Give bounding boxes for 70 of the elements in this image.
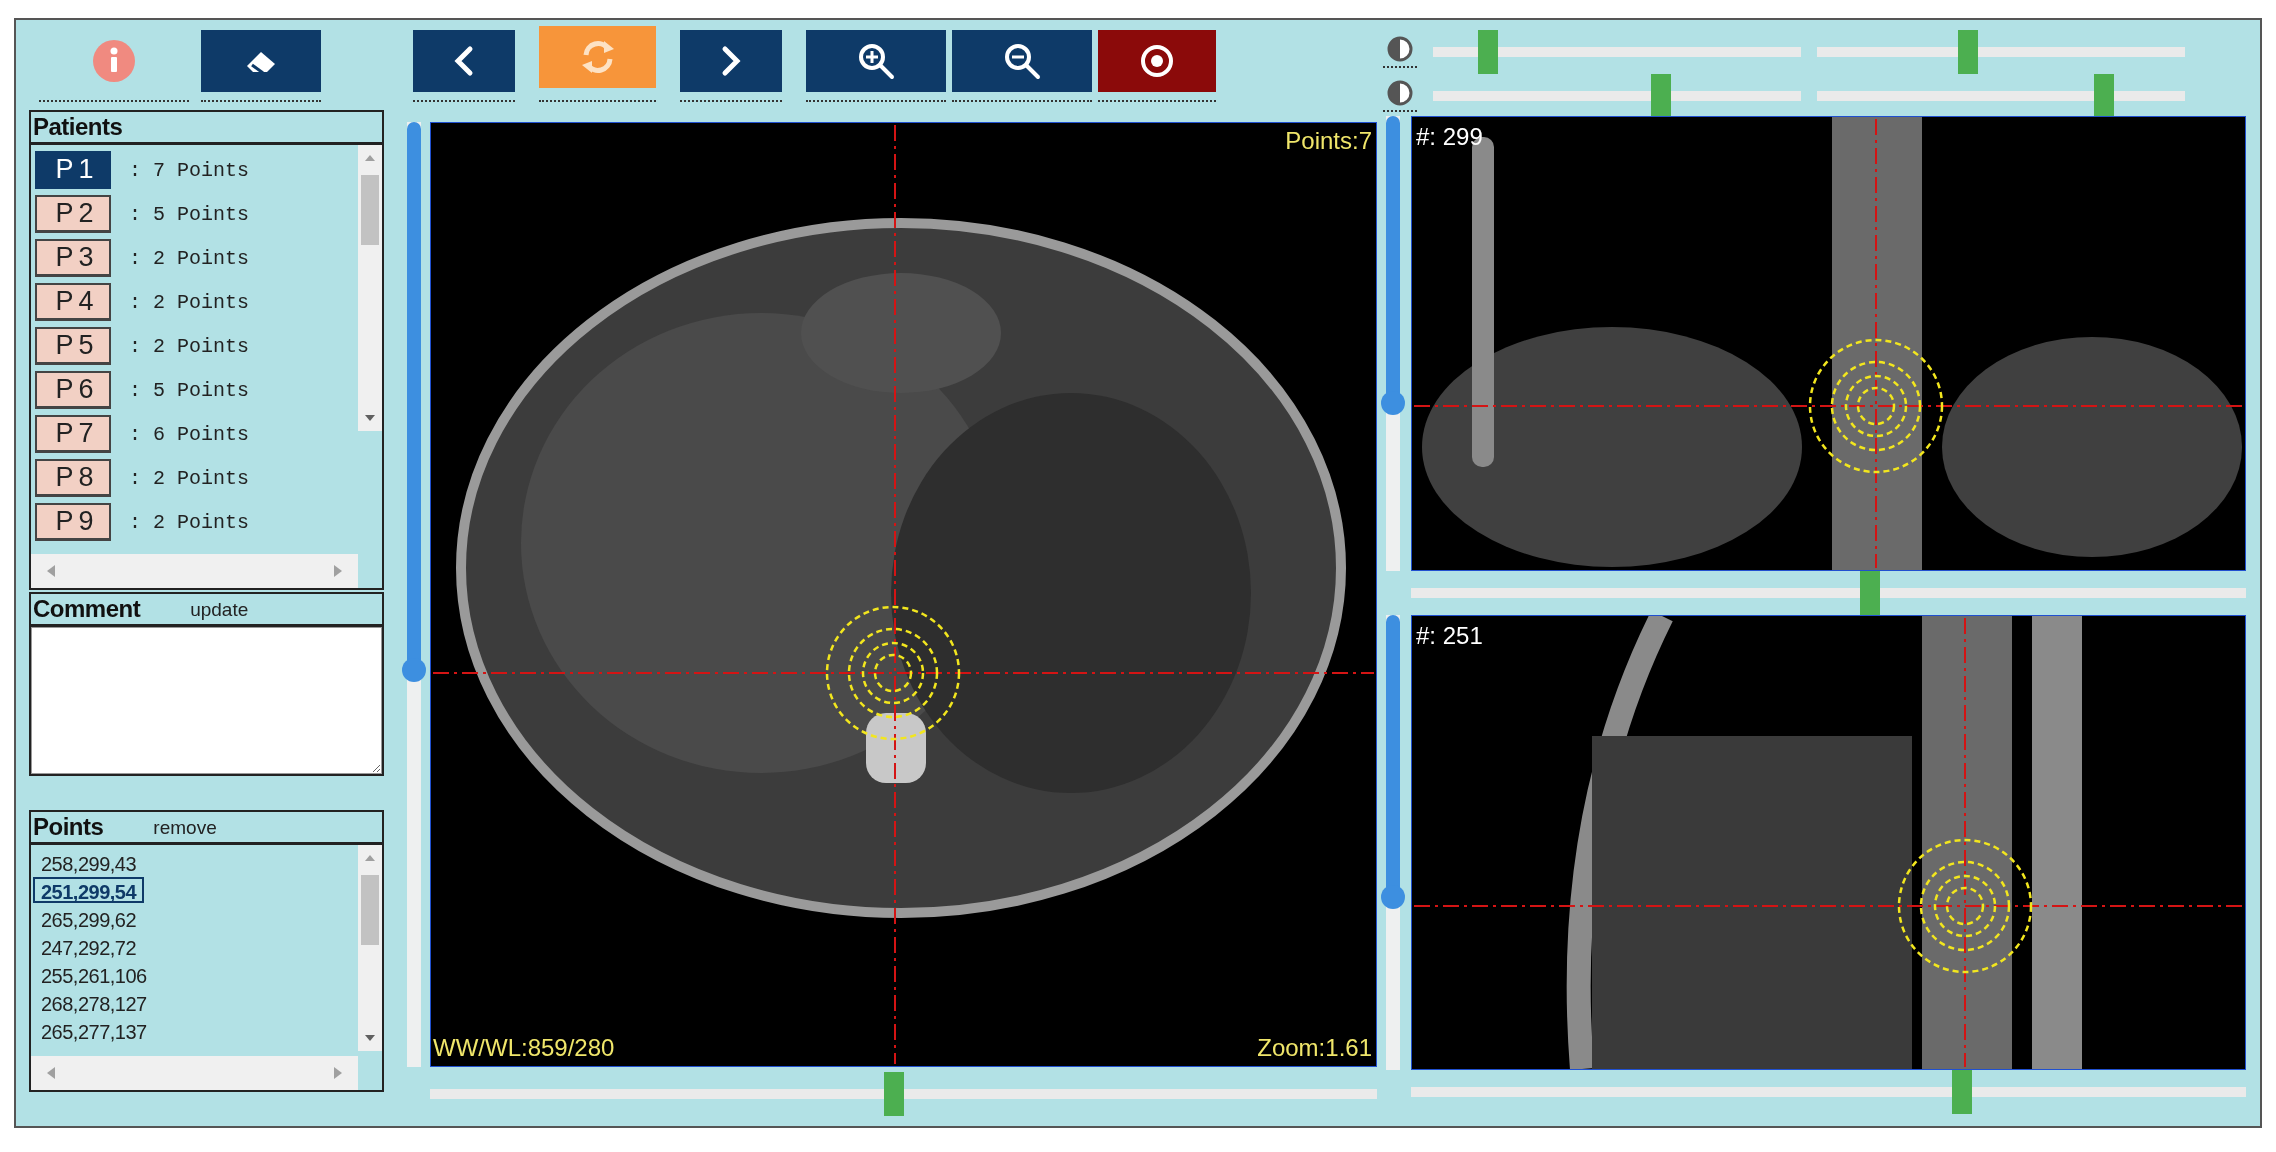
scroll-left-icon[interactable] [45,1066,57,1080]
record-button[interactable] [1098,30,1216,92]
vertical-scrollbar[interactable] [358,145,382,431]
contrast-icon[interactable] [1387,80,1413,106]
patient-button[interactable]: P5 [35,327,111,365]
next-button[interactable] [680,30,782,92]
eraser-button[interactable] [201,30,321,92]
previous-button[interactable] [413,30,515,92]
scroll-right-icon[interactable] [332,1066,344,1080]
panel-title: Points [33,812,104,842]
zoom-out-button[interactable] [952,30,1092,92]
info-icon[interactable] [92,39,136,83]
record-icon [1139,43,1175,79]
point-item[interactable]: 247,292,72 [33,933,145,959]
zoom-in-button[interactable] [806,30,946,92]
point-count: : 6 Points [129,422,250,446]
point-count: : 7 Points [129,158,250,182]
point-item[interactable]: 265,299,62 [33,905,145,931]
patient-button[interactable]: P7 [35,415,111,453]
point-count: : 2 Points [129,510,250,534]
zoom-overlay: Zoom:1.61 [1257,1034,1372,1062]
slider-thumb[interactable] [2094,74,2115,118]
remove-link[interactable]: remove [153,814,217,842]
comment-field[interactable] [31,627,382,774]
slider-thumb[interactable] [1957,30,1978,74]
refresh-button[interactable] [539,26,656,88]
panel-title: Patients [33,112,123,142]
scroll-left-icon[interactable] [45,564,57,578]
point-item[interactable]: 265,277,137 [33,1017,155,1043]
point-count: : 5 Points [129,378,250,402]
vertical-scrollbar[interactable] [358,845,382,1051]
point-count: : 2 Points [129,466,250,490]
point-count: : 5 Points [129,202,250,226]
zoom-in-icon [856,41,896,81]
scroll-right-icon[interactable] [332,564,344,578]
patient-button[interactable]: P6 [35,371,111,409]
point-item[interactable]: 268,278,127 [33,989,155,1015]
point-item[interactable]: 255,261,106 [33,961,155,987]
slice-number: #: 251 [1416,622,1483,650]
slider-thumb[interactable] [1381,885,1405,910]
slider-thumb[interactable] [402,658,426,683]
patient-button[interactable]: P9 [35,503,111,541]
window-level-overlay: WW/WL:859/280 [433,1034,615,1062]
point-count: : 2 Points [129,290,250,314]
contrast-icon[interactable] [1387,36,1413,62]
scan-view[interactable]: #: 299 [1411,116,2246,571]
point-item[interactable]: 258,299,43 [33,849,145,875]
patient-button[interactable]: P1 [35,151,111,189]
panel-title: Comment [33,594,141,624]
horizontal-scrollbar[interactable] [31,1056,358,1090]
slider-thumb[interactable] [1381,390,1405,415]
slider-thumb[interactable] [1860,571,1881,615]
point-item[interactable]: 251,299,54 [33,877,145,903]
points-overlay: Points:7 [1285,127,1372,155]
scan-view[interactable]: #: 251 [1411,615,2246,1070]
scan-view[interactable]: Points:7 WW/WL:859/280 Zoom:1.61 [430,122,1377,1067]
slider-thumb[interactable] [1478,30,1499,74]
slider-thumb[interactable] [884,1072,904,1116]
patient-button[interactable]: P8 [35,459,111,497]
patient-button[interactable]: P3 [35,239,111,277]
zoom-out-icon [1002,41,1042,81]
slice-number: #: 299 [1416,123,1483,151]
patient-button[interactable]: P2 [35,195,111,233]
patient-button[interactable]: P4 [35,283,111,321]
slider-thumb[interactable] [1651,74,1672,118]
horizontal-scrollbar[interactable] [31,554,358,588]
point-count: : 2 Points [129,246,250,270]
point-count: : 2 Points [129,334,250,358]
update-link[interactable]: update [190,596,249,624]
slider-thumb[interactable] [1952,1070,1973,1114]
